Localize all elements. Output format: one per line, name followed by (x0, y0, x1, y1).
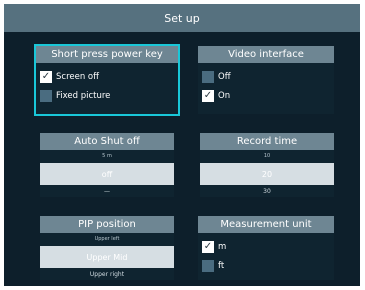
option-label: ft (218, 261, 225, 271)
auto-shut-off-list[interactable]: 5 m off — (40, 150, 174, 197)
measurement-unit-panel: Measurement unit ✓ m ft (198, 216, 334, 280)
window-title: Set up (164, 11, 200, 25)
option-label: m (218, 242, 227, 252)
panel-title: Video interface (198, 46, 334, 63)
option-label: Screen off (56, 72, 99, 82)
list-item-selected[interactable]: 20 (200, 163, 334, 185)
list-item-below[interactable]: Upper right (40, 268, 174, 280)
title-bar: Set up (4, 4, 360, 32)
checkbox-checked[interactable]: ✓ (202, 90, 214, 102)
option-label: On (218, 91, 231, 101)
setup-screen: Set up Short press power key ✓ Screen of… (4, 4, 360, 286)
panel-title: Measurement unit (198, 216, 334, 233)
checkbox-unchecked[interactable] (202, 71, 214, 83)
option-screen-off[interactable]: ✓ Screen off (40, 70, 99, 84)
option-fixed-picture[interactable]: Fixed picture (40, 89, 110, 103)
panel-title: Auto Shut off (40, 133, 174, 150)
option-m[interactable]: ✓ m (202, 240, 226, 254)
option-label: Off (218, 72, 231, 82)
option-label: Fixed picture (56, 91, 111, 101)
list-item-above[interactable]: Upper left (40, 233, 174, 245)
checkbox-checked[interactable]: ✓ (202, 241, 214, 253)
pip-position-panel: PIP position Upper left Upper Mid Upper … (40, 216, 174, 280)
list-item-above[interactable]: 10 (200, 150, 334, 162)
auto-shut-off-panel: Auto Shut off 5 m off — (40, 133, 174, 197)
short-press-power-key-panel: Short press power key ✓ Screen off Fixed… (34, 44, 180, 116)
record-time-panel: Record time 10 20 30 (200, 133, 334, 197)
pip-position-list[interactable]: Upper left Upper Mid Upper right (40, 233, 174, 280)
checkbox-checked[interactable]: ✓ (40, 71, 52, 83)
option-off[interactable]: Off (202, 70, 231, 84)
option-ft[interactable]: ft (202, 259, 224, 273)
list-item-selected[interactable]: off (40, 163, 174, 185)
checkbox-unchecked[interactable] (40, 90, 52, 102)
list-item-above[interactable]: 5 m (40, 150, 174, 162)
option-on[interactable]: ✓ On (202, 89, 230, 103)
panel-title: Short press power key (36, 46, 178, 63)
panel-title: Record time (200, 133, 334, 150)
checkbox-unchecked[interactable] (202, 260, 214, 272)
panel-title: PIP position (40, 216, 174, 233)
list-item-selected[interactable]: Upper Mid (40, 246, 174, 268)
video-interface-panel: Video interface Off ✓ On (198, 46, 334, 114)
list-item-below[interactable]: — (40, 185, 174, 197)
list-item-below[interactable]: 30 (200, 185, 334, 197)
record-time-list[interactable]: 10 20 30 (200, 150, 334, 197)
